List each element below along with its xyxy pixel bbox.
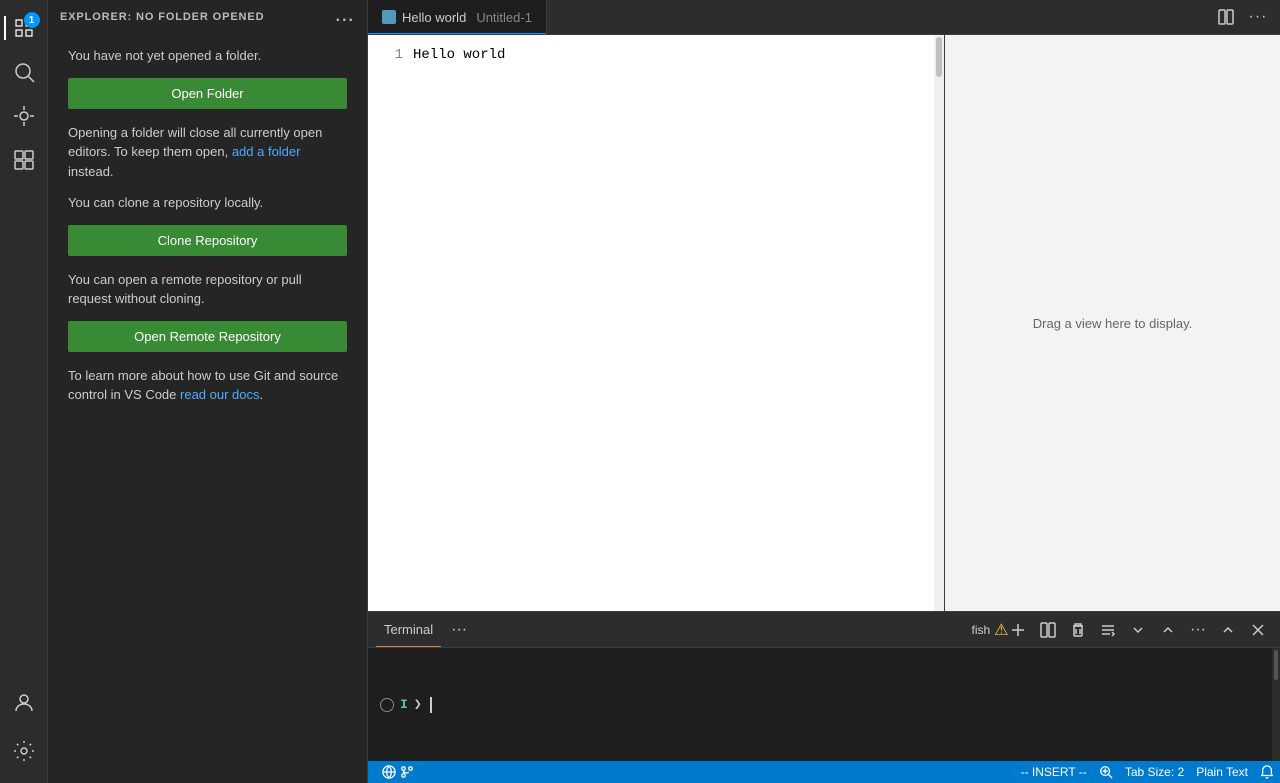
- new-terminal-btn[interactable]: [1004, 616, 1032, 644]
- add-folder-link[interactable]: add a folder: [232, 144, 301, 159]
- read-docs-link[interactable]: read our docs: [180, 387, 260, 402]
- scroll-down-btn[interactable]: [1124, 616, 1152, 644]
- chevron-up-icon: [1160, 622, 1176, 638]
- wrap-icon: [1100, 622, 1116, 638]
- terminal-scrollbar-thumb: [1274, 650, 1278, 680]
- terminal-tab[interactable]: Terminal: [376, 612, 441, 647]
- status-tab-size[interactable]: Tab Size: 2: [1119, 761, 1190, 783]
- split-icon: [1040, 622, 1056, 638]
- insert-mode-text: -- INSERT --: [1021, 765, 1087, 779]
- status-bar-left: [368, 761, 428, 783]
- activity-debug[interactable]: [4, 96, 44, 136]
- sidebar: Explorer: No Folder Opened ... You have …: [48, 0, 368, 783]
- status-bar: -- INSERT -- Tab Size: 2 Plain Text: [368, 761, 1280, 783]
- tab-file-icon: [382, 10, 396, 24]
- more-dots-icon: ···: [1249, 8, 1268, 26]
- terminal-collapse-btn[interactable]: [1214, 616, 1242, 644]
- clone-repository-button[interactable]: Clone Repository: [68, 225, 347, 256]
- terminal-shell-name: fish: [971, 623, 990, 637]
- terminal-arrow: ❯: [414, 697, 422, 712]
- terminal-prompt-circle: [380, 698, 394, 712]
- open-folder-button[interactable]: Open Folder: [68, 78, 347, 109]
- branch-icon: [400, 765, 414, 779]
- remote-icon: [382, 765, 396, 779]
- more-actions-btn[interactable]: ···: [1244, 3, 1272, 31]
- terminal-shell-indicator: fish ⚠: [974, 616, 1002, 644]
- editor-area: Hello world Untitled-1 ···: [368, 0, 1280, 783]
- language-text: Plain Text: [1196, 765, 1248, 779]
- status-bell-btn[interactable]: [1254, 761, 1280, 783]
- sidebar-para2: Opening a folder will close all currentl…: [68, 123, 347, 182]
- sidebar-para4: You can open a remote repository or pull…: [68, 270, 347, 309]
- editor-scrollbar[interactable]: [934, 35, 944, 611]
- activity-extensions[interactable]: [4, 140, 44, 180]
- tab-untitled1[interactable]: Hello world Untitled-1: [368, 0, 547, 34]
- split-terminal-btn[interactable]: [1034, 616, 1062, 644]
- editor-content-area: 1 Hello world Drag a view here to displa…: [368, 35, 1280, 611]
- status-bar-right: -- INSERT -- Tab Size: 2 Plain Text: [1015, 761, 1280, 783]
- editor-pane: 1 Hello world: [368, 35, 945, 611]
- tab-size-text: Tab Size: 2: [1125, 765, 1184, 779]
- open-remote-repository-button[interactable]: Open Remote Repository: [68, 321, 347, 352]
- terminal-more-btn[interactable]: ···: [1184, 616, 1212, 644]
- split-editor-btn[interactable]: [1212, 3, 1240, 31]
- terminal-more-dots: ···: [1190, 621, 1206, 639]
- scrollbar-thumb: [936, 37, 942, 77]
- chevron-down-icon: [1130, 622, 1146, 638]
- zoom-icon: [1099, 765, 1113, 779]
- activity-account[interactable]: [4, 683, 44, 723]
- sidebar-para1: You have not yet opened a folder.: [68, 46, 347, 66]
- explorer-badge: 1: [24, 12, 40, 28]
- terminal-close-btn[interactable]: [1244, 616, 1272, 644]
- delete-terminal-btn[interactable]: [1064, 616, 1092, 644]
- activity-explorer[interactable]: 1: [4, 8, 44, 48]
- tab-sublabel: Untitled-1: [476, 10, 532, 25]
- drag-hint-text: Drag a view here to display.: [1033, 316, 1192, 331]
- tab-label-hello: Hello world: [402, 10, 466, 25]
- sidebar-overflow-btn[interactable]: ...: [336, 8, 355, 26]
- editor-text[interactable]: Hello world: [413, 35, 934, 611]
- terminal-tab-overflow-btn[interactable]: ···: [445, 616, 473, 644]
- status-insert-mode: -- INSERT --: [1015, 761, 1093, 783]
- status-remote-btn[interactable]: [376, 761, 420, 783]
- line-number-1: 1: [368, 45, 403, 66]
- sidebar-content: You have not yet opened a folder. Open F…: [48, 34, 367, 429]
- terminal-tab-actions: fish ⚠: [974, 616, 1272, 644]
- tab-bar: Hello world Untitled-1 ···: [368, 0, 1280, 35]
- add-icon: [1010, 622, 1026, 638]
- terminal-username: I: [400, 697, 408, 712]
- close-icon: [1250, 622, 1266, 638]
- sidebar-para3: You can clone a repository locally.: [68, 193, 347, 213]
- editor-body[interactable]: 1 Hello world: [368, 35, 944, 611]
- sidebar-header: Explorer: No Folder Opened ...: [48, 0, 367, 34]
- sidebar-title: Explorer: No Folder Opened: [60, 11, 264, 23]
- scroll-up-btn[interactable]: [1154, 616, 1182, 644]
- terminal-tab-bar: Terminal ··· fish ⚠: [368, 612, 1280, 648]
- activity-search[interactable]: [4, 52, 44, 92]
- terminal-dots-icon: ···: [451, 621, 467, 639]
- terminal-cursor: [430, 697, 432, 713]
- line-numbers: 1: [368, 35, 413, 611]
- terminal-scrollbar[interactable]: [1272, 648, 1280, 761]
- activity-bar: 1: [0, 0, 48, 783]
- activity-settings[interactable]: [4, 731, 44, 771]
- collapse-icon: [1220, 622, 1236, 638]
- right-panel: Drag a view here to display.: [945, 35, 1280, 611]
- tab-actions: ···: [1212, 3, 1280, 31]
- bell-icon: [1260, 765, 1274, 779]
- code-line-1: Hello world: [413, 45, 934, 66]
- sidebar-para5: To learn more about how to use Git and s…: [68, 366, 347, 405]
- terminal-content[interactable]: I ❯: [368, 648, 1280, 761]
- trash-icon: [1070, 622, 1086, 638]
- status-zoom-btn[interactable]: [1093, 761, 1119, 783]
- wrap-toggle-btn[interactable]: [1094, 616, 1122, 644]
- terminal-area: Terminal ··· fish ⚠: [368, 611, 1280, 761]
- status-language[interactable]: Plain Text: [1190, 761, 1254, 783]
